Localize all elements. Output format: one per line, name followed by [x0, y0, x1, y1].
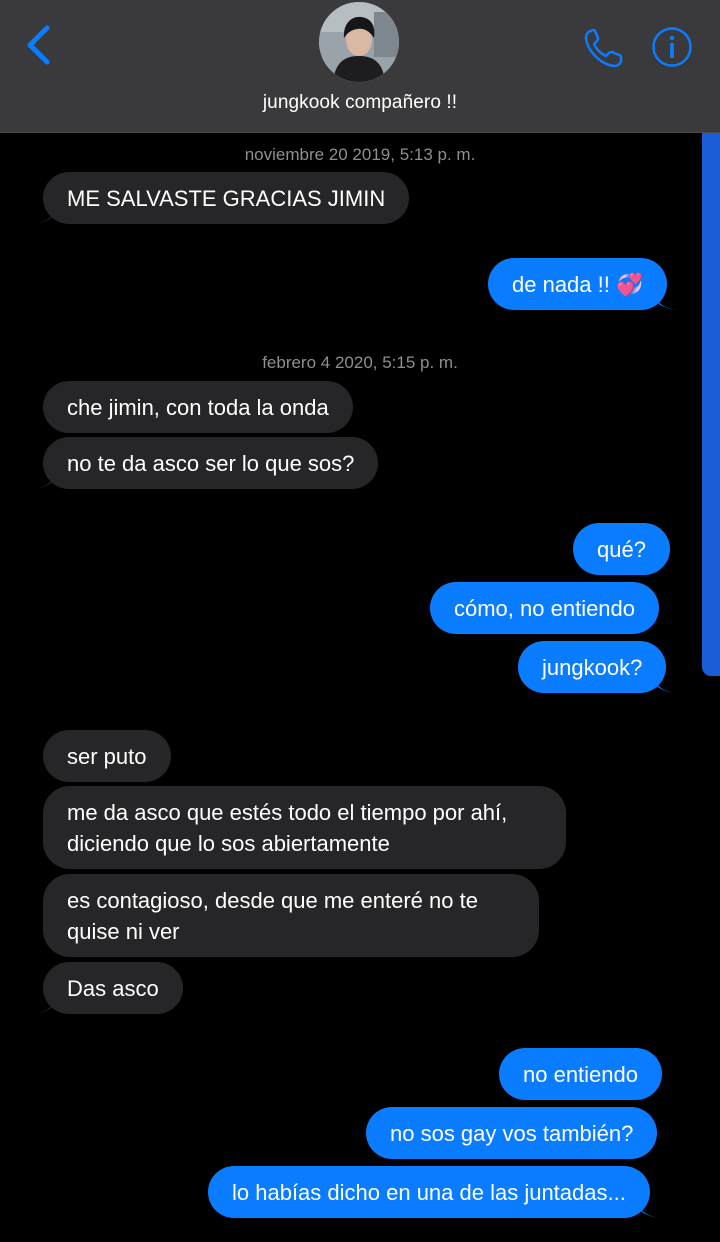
bubble-tail [636, 1196, 659, 1218]
message-text: de nada !! 💞 [512, 272, 644, 297]
bubble-tail [654, 288, 677, 310]
info-icon [652, 27, 692, 67]
message-bubble-outgoing[interactable]: jungkook? [518, 641, 676, 693]
message-text: che jimin, con toda la onda [67, 395, 329, 420]
message-bubble-outgoing[interactable]: de nada !! 💞 [488, 258, 677, 310]
timestamp: febrero 4 2020, 5:15 p. m. [262, 353, 458, 372]
message-bubble-outgoing[interactable]: qué? [573, 523, 670, 575]
scrollbar[interactable] [702, 132, 720, 676]
message-text: no entiendo [523, 1062, 638, 1087]
chevron-left-icon [27, 25, 50, 65]
message-text: no te da asco ser lo que sos? [67, 451, 355, 476]
message-text: no sos gay vos también? [390, 1121, 634, 1146]
timestamp: noviembre 20 2019, 5:13 p. m. [244, 145, 476, 164]
avatar[interactable] [319, 2, 399, 82]
info-button[interactable] [651, 26, 693, 68]
bubble-tail [34, 467, 56, 489]
message-bubble-outgoing[interactable]: cómo, no entiendo [430, 582, 660, 634]
message-bubble-outgoing[interactable]: no entiendo [499, 1048, 662, 1100]
message-text: jungkook? [542, 655, 643, 680]
back-button[interactable] [20, 22, 60, 68]
message-text: lo habías dicho en una de las juntadas..… [232, 1180, 626, 1205]
bubble-tail [34, 992, 56, 1014]
message-bubble-incoming[interactable]: no te da asco ser lo que sos? [34, 437, 379, 489]
message-text: me da asco que estés todo el tiempo por … [67, 800, 508, 856]
message-bubble-incoming[interactable]: ME SALVASTE GRACIAS JIMIN [34, 172, 410, 224]
bubble-tail [653, 671, 676, 693]
message-bubble-incoming[interactable]: ser puto [43, 730, 171, 782]
message-bubble-outgoing[interactable]: no sos gay vos también? [366, 1107, 658, 1159]
message-text: Das asco [67, 976, 159, 1001]
bubble-tail [34, 202, 56, 224]
message-text: ser puto [67, 744, 147, 769]
message-bubble-incoming[interactable]: Das asco [34, 962, 183, 1014]
phone-icon [584, 28, 623, 68]
message-bubble-outgoing[interactable]: lo habías dicho en una de las juntadas..… [208, 1166, 659, 1218]
message-text: qué? [597, 537, 646, 562]
contact-name[interactable]: jungkook compañero !! [0, 92, 720, 114]
contact-photo [319, 2, 399, 82]
message-bubble-incoming[interactable]: che jimin, con toda la onda [43, 381, 353, 433]
message-bubble-incoming[interactable]: me da asco que estés todo el tiempo por … [43, 786, 566, 869]
message-text: cómo, no entiendo [454, 596, 636, 621]
message-bubble-incoming[interactable]: es contagioso, desde que me enteré no te… [43, 874, 539, 957]
call-button[interactable] [582, 26, 626, 70]
message-text: ME SALVASTE GRACIAS JIMIN [67, 186, 386, 211]
chat-header: jungkook compañero !! [0, 0, 720, 133]
message-text: es contagioso, desde que me enteré no te… [67, 888, 478, 944]
